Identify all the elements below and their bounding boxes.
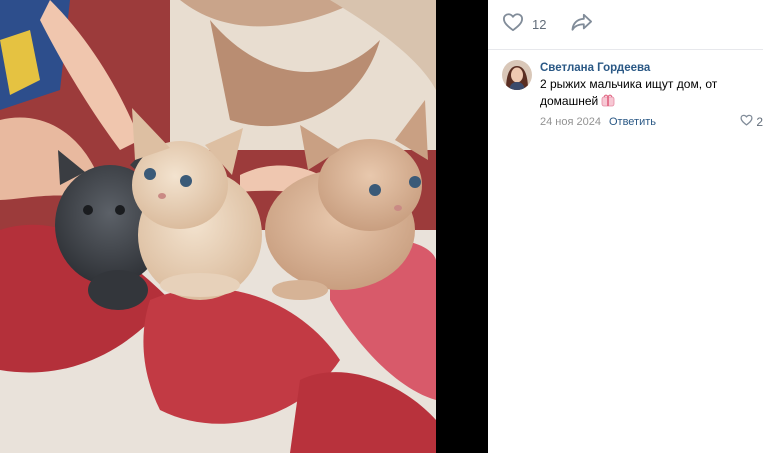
kittens-photo — [0, 0, 436, 453]
comment-item: Светлана Гордеева 2 рыжих мальчика ищут … — [488, 50, 763, 129]
avatar[interactable] — [502, 60, 532, 90]
post-photo[interactable] — [0, 0, 436, 453]
share-arrow-icon — [570, 12, 594, 37]
pink-ribbon-emoji-icon — [601, 94, 615, 112]
comment-text-content: 2 рыжих мальчика ищут дом, от домашней — [540, 77, 718, 108]
post-side-panel: 12 Светлана Гордеева 2 рыжих мальчика ищ… — [488, 0, 763, 453]
comment-text: 2 рыжих мальчика ищут дом, от домашней — [540, 76, 763, 112]
comment-like-count: 2 — [756, 114, 763, 129]
photo-viewer: 12 Светлана Гордеева 2 рыжих мальчика ищ… — [0, 0, 763, 453]
like-button[interactable]: 12 — [502, 12, 546, 37]
like-count: 12 — [532, 17, 547, 32]
comment-like-button[interactable]: 2 — [740, 114, 763, 129]
heart-outline-icon — [502, 12, 524, 37]
viewer-gap — [436, 0, 488, 453]
reply-button[interactable]: Ответить — [609, 116, 656, 128]
comment-body: Светлана Гордеева 2 рыжих мальчика ищут … — [540, 60, 763, 129]
heart-outline-icon — [740, 114, 753, 129]
comment-author[interactable]: Светлана Гордеева — [540, 61, 763, 75]
post-actions-bar: 12 — [488, 0, 763, 50]
share-button[interactable] — [570, 12, 594, 37]
comment-meta: 24 ноя 2024 Ответить 2 — [540, 114, 763, 129]
comment-date[interactable]: 24 ноя 2024 — [540, 116, 601, 128]
